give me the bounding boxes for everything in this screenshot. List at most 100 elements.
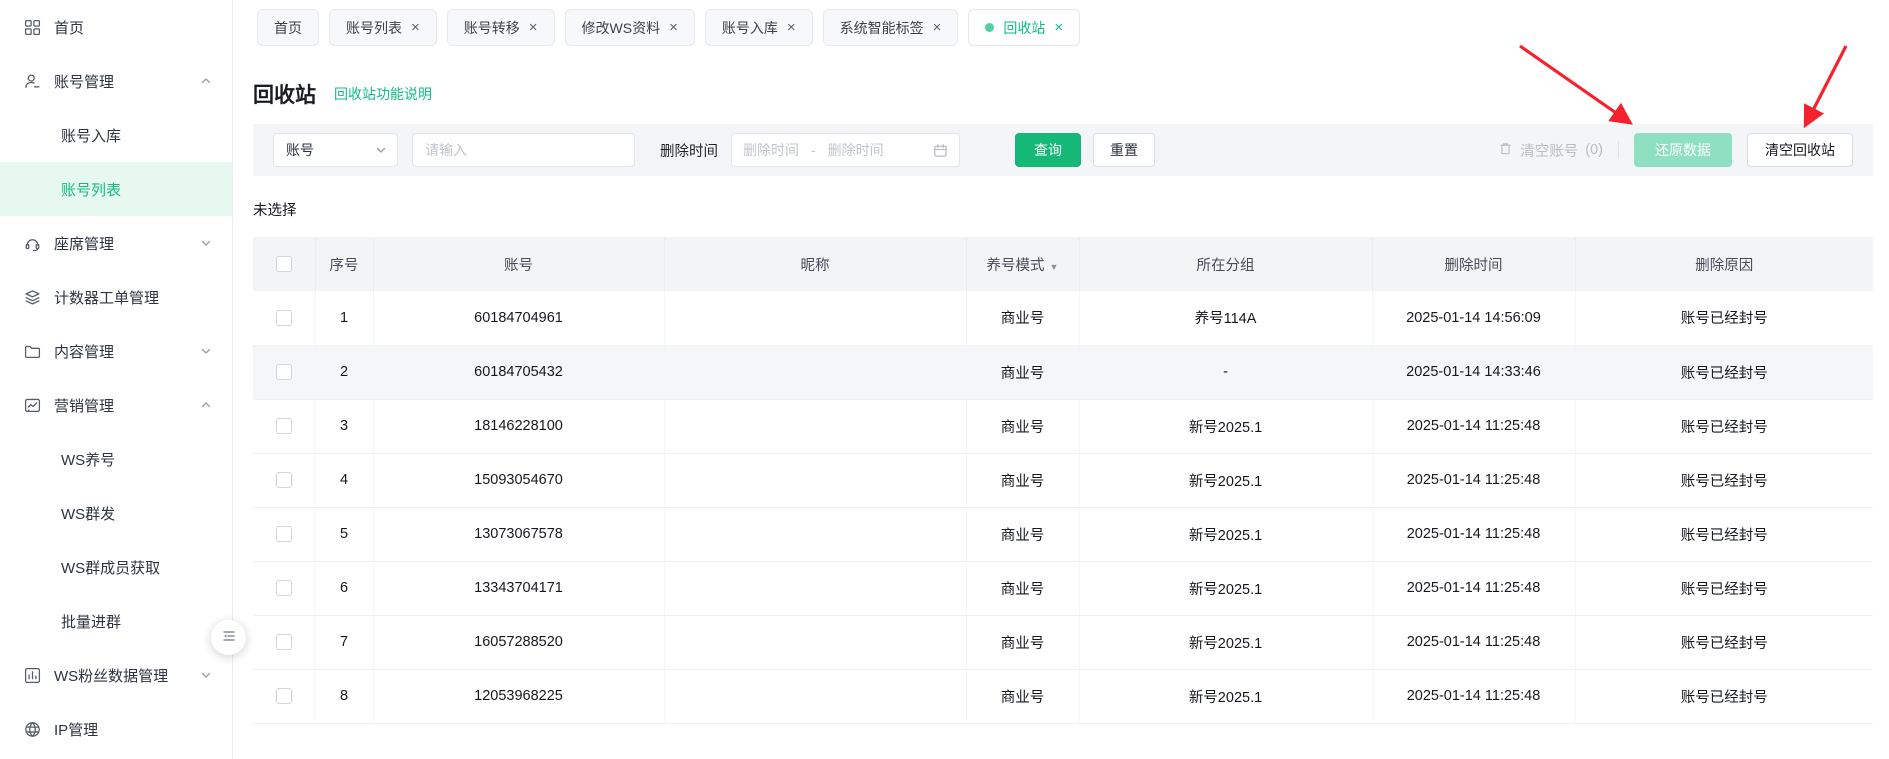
table-cell: 商业号 — [966, 669, 1080, 724]
divider — [1618, 141, 1619, 159]
table-cell: 2025-01-14 11:25:48 — [1372, 399, 1576, 454]
table-cell: 账号已经封号 — [1575, 669, 1873, 724]
sidebar-item-label: WS粉丝数据管理 — [54, 667, 169, 685]
table-cell: 商业号 — [966, 615, 1080, 670]
globe-icon — [24, 721, 41, 738]
tab-close-icon[interactable]: × — [1054, 20, 1063, 35]
sidebar-item-account-management[interactable]: 账号管理 — [0, 54, 232, 108]
grid-icon — [24, 19, 41, 36]
table-cell: 账号已经封号 — [1575, 291, 1873, 346]
row-checkbox[interactable] — [275, 526, 292, 543]
tab-label: 首页 — [274, 19, 302, 36]
table-header-row: 序号 账号 昵称 养号模式 ▼ 所在分组 删除时间 删除原因 — [253, 237, 1873, 291]
sidebar-item-content-management[interactable]: 内容管理 — [0, 324, 232, 378]
table-cell: 账号已经封号 — [1575, 615, 1873, 670]
search-button[interactable]: 查询 — [1015, 133, 1081, 167]
chevron-up-icon — [200, 75, 212, 87]
table-body: 1 60184704961 商业号 养号114A 2025-01-14 14:56:09… — [253, 291, 1873, 724]
empty-recycle-bin-button[interactable]: 清空回收站 — [1747, 133, 1853, 167]
table-cell: 新号2025.1 — [1079, 507, 1373, 562]
table-cell: 商业号 — [966, 345, 1080, 400]
menu-fold-icon — [221, 628, 237, 647]
sidebar-item-counter-ticket-management[interactable]: 计数器工单管理 — [0, 270, 232, 324]
sidebar-item-marketing-management[interactable]: 营销管理 — [0, 378, 232, 432]
chevron-down-icon — [200, 237, 212, 249]
tab-close-icon[interactable]: × — [669, 20, 678, 35]
sidebar-item-ws-group-member-fetch[interactable]: WS群成员获取 — [0, 540, 232, 594]
tab-0[interactable]: 首页 — [257, 9, 319, 46]
row-checkbox[interactable] — [275, 580, 292, 597]
table-cell: 商业号 — [966, 507, 1080, 562]
tab-6-active[interactable]: 回收站 × — [968, 9, 1081, 46]
row-checkbox[interactable] — [275, 309, 292, 326]
table-row: 3 18146228100 商业号 新号2025.1 2025-01-14 11:25:… — [253, 399, 1873, 454]
chevron-up-icon — [200, 399, 212, 411]
table-row: 4 15093054670 商业号 新号2025.1 2025-01-14 11:25:… — [253, 453, 1873, 508]
table-cell: 2025-01-14 14:33:46 — [1372, 345, 1576, 400]
tab-3[interactable]: 修改WS资料 × — [564, 9, 695, 46]
reset-button[interactable]: 重置 — [1093, 133, 1155, 167]
headset-icon — [24, 235, 41, 252]
sidebar-item-account-import[interactable]: 账号入库 — [0, 108, 232, 162]
tab-2[interactable]: 账号转移 × — [446, 9, 555, 46]
table-cell — [664, 561, 967, 616]
sidebar-item-ws-bulk-send[interactable]: WS群发 — [0, 486, 232, 540]
tab-close-icon[interactable]: × — [933, 20, 942, 35]
tab-close-icon[interactable]: × — [529, 20, 538, 35]
filter-caret-icon[interactable]: ▼ — [1050, 262, 1059, 272]
row-checkbox[interactable] — [275, 418, 292, 435]
sidebar-collapse-button[interactable] — [211, 620, 246, 655]
sidebar-item-ws-fans-data-management[interactable]: WS粉丝数据管理 — [0, 648, 232, 702]
table-row: 7 16057288520 商业号 新号2025.1 2025-01-14 11:25:… — [253, 615, 1873, 670]
field-select[interactable]: 账号 — [273, 133, 398, 167]
sidebar-item-batch-join-group[interactable]: 批量进群 — [0, 594, 232, 648]
column-header-label: 序号 — [329, 257, 359, 274]
row-checkbox[interactable] — [275, 472, 292, 489]
select-all-checkbox[interactable] — [275, 256, 292, 273]
recycle-help-link[interactable]: 回收站功能说明 — [334, 84, 432, 104]
date-range-picker[interactable]: 删除时间 - 删除时间 — [731, 133, 960, 167]
row-checkbox[interactable] — [275, 688, 292, 705]
table-cell — [664, 399, 967, 454]
sidebar-item-ws-nurture[interactable]: WS养号 — [0, 432, 232, 486]
sidebar-item-label: 首页 — [54, 19, 85, 37]
sidebar-item-seat-management[interactable]: 座席管理 — [0, 216, 232, 270]
user-icon — [24, 73, 41, 90]
table-cell: 4 — [315, 453, 374, 508]
column-header-label: 删除原因 — [1695, 257, 1754, 274]
sidebar-item-label: WS群成员获取 — [61, 559, 161, 577]
row-checkbox[interactable] — [275, 634, 292, 651]
chevron-down-icon — [200, 669, 212, 681]
table-cell: 60184705432 — [373, 345, 665, 400]
sidebar-item-label: 计数器工单管理 — [54, 289, 160, 307]
recycle-table: 序号 账号 昵称 养号模式 ▼ 所在分组 删除时间 删除原因 1 60184704961 商业号养… — [253, 237, 1873, 724]
tab-1[interactable]: 账号列表 × — [329, 9, 437, 46]
tab-close-icon[interactable]: × — [787, 20, 796, 35]
sidebar-item-label: 账号入库 — [61, 127, 122, 145]
column-header: 删除原因 — [1575, 237, 1873, 291]
row-checkbox[interactable] — [275, 364, 292, 381]
tab-close-icon[interactable]: × — [411, 20, 420, 35]
restore-data-button[interactable]: 还原数据 — [1634, 133, 1732, 167]
table-cell: 60184704961 — [373, 291, 665, 346]
tab-5[interactable]: 系统智能标签 × — [822, 9, 959, 46]
table-cell — [664, 453, 967, 508]
table-cell: 16057288520 — [373, 615, 665, 670]
sidebar-item-ip-management[interactable]: IP管理 — [0, 702, 232, 756]
table-cell — [664, 291, 967, 346]
tab-bar: 首页 账号列表 × 账号转移 × 修改WS资料 × 账号入库 × 系统智能标签 × 回收站 × — [233, 0, 1889, 54]
sidebar-item-account-list[interactable]: 账号列表 — [0, 162, 232, 216]
clear-accounts-count: (0) — [1585, 142, 1603, 158]
tab-label: 修改WS资料 — [581, 19, 661, 36]
sidebar-nav: 首页账号管理账号入库账号列表 座席管理计数器工单管理内容管理 营销管理 WS养号 WS群… — [0, 0, 233, 759]
sidebar-item-label: WS养号 — [61, 451, 116, 469]
table-row: 5 13073067578 商业号 新号2025.1 2025-01-14 11:25:… — [253, 507, 1873, 562]
column-header[interactable]: 养号模式 ▼ — [966, 237, 1080, 291]
keyword-input[interactable] — [412, 133, 635, 167]
sidebar-item-home[interactable]: 首页 — [0, 0, 232, 54]
date-filter-label: 删除时间 — [660, 143, 718, 160]
tab-4[interactable]: 账号入库 × — [704, 9, 813, 46]
line-chart-icon — [24, 397, 41, 414]
table-cell: 商业号 — [966, 453, 1080, 508]
clear-accounts-button[interactable]: 清空账号 (0) — [1498, 140, 1603, 161]
